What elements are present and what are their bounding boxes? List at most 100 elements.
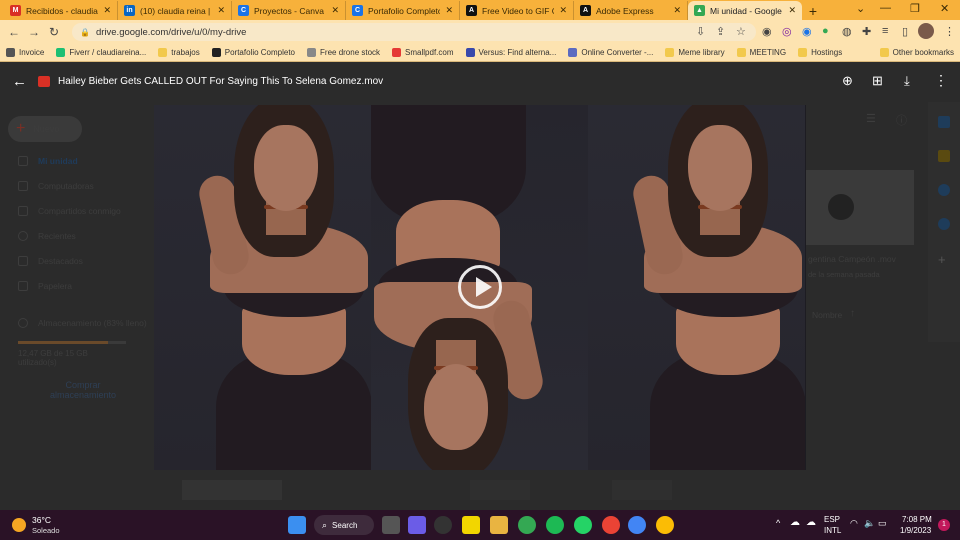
close-window-icon[interactable]: ✕	[940, 2, 949, 15]
sidebar-item-my-drive[interactable]: Mi unidad	[18, 156, 78, 166]
extension-icon[interactable]: ◍	[842, 25, 852, 38]
bookmark-star-icon[interactable]: ☆	[736, 25, 746, 38]
whatsapp-icon[interactable]	[574, 516, 592, 534]
keep-icon[interactable]	[938, 150, 950, 162]
file-explorer-icon[interactable]	[490, 516, 508, 534]
wifi-icon[interactable]: ◠	[850, 518, 858, 529]
browser-tab[interactable]: ▲ Mi unidad - Google D ✕	[688, 1, 802, 20]
bookmark-item[interactable]: Versus: Find alterna...	[460, 48, 563, 57]
tab-search-icon[interactable]: ⌄	[856, 2, 865, 15]
sun-icon[interactable]	[12, 518, 26, 532]
chrome-icon[interactable]	[656, 516, 674, 534]
weather-temp[interactable]: 36°C	[32, 515, 51, 525]
side-panel-icon[interactable]: ▯	[902, 25, 908, 38]
more-options-icon[interactable]: ⋮	[934, 72, 948, 89]
address-bar[interactable]: 🔒 drive.google.com/drive/u/0/my-drive	[72, 23, 756, 41]
taskbar-search[interactable]: ⌕ Search	[314, 515, 374, 535]
info-icon[interactable]: ⓘ	[896, 112, 907, 128]
sidebar-item-recent[interactable]: Recientes	[18, 231, 76, 241]
close-tab-icon[interactable]: ✕	[445, 5, 453, 16]
bookmark-item[interactable]: Other bookmarks	[874, 48, 960, 57]
clock-date[interactable]: 1/9/2023	[900, 526, 931, 535]
bookmark-item[interactable]: Invoice	[0, 48, 50, 57]
bookmark-item[interactable]: Hostings	[792, 48, 848, 57]
sidebar-item-shared[interactable]: Compartidos conmigo	[18, 206, 121, 216]
comment-icon[interactable]: ⊞	[872, 73, 883, 89]
bookmark-item[interactable]: Online Converter -...	[562, 48, 659, 57]
browser-tab[interactable]: A Free Video to GIF Co ✕	[460, 1, 574, 20]
add-to-drive-icon[interactable]: ⊕	[842, 73, 853, 89]
install-icon[interactable]: ⇩	[696, 25, 705, 38]
back-icon[interactable]: ←	[4, 25, 24, 39]
buy-storage-button[interactable]: Comprar almacenamiento	[40, 380, 126, 400]
list-view-icon[interactable]: ☰	[866, 112, 876, 125]
back-arrow-icon[interactable]: ←	[12, 73, 27, 90]
weather-desc[interactable]: Soleado	[32, 526, 60, 535]
close-tab-icon[interactable]: ✕	[103, 5, 111, 16]
close-tab-icon[interactable]: ✕	[673, 5, 681, 16]
contacts-icon[interactable]	[938, 218, 950, 230]
chrome-icon[interactable]	[602, 516, 620, 534]
reload-icon[interactable]: ↻	[44, 25, 64, 39]
close-tab-icon[interactable]: ✕	[331, 5, 339, 16]
close-tab-icon[interactable]: ✕	[217, 5, 225, 16]
minimize-icon[interactable]: —	[880, 2, 891, 14]
sidebar-item-computers[interactable]: Computadoras	[18, 181, 94, 191]
volume-icon[interactable]: 🔈	[864, 518, 875, 529]
calendar-icon[interactable]	[938, 116, 950, 128]
sticky-notes-icon[interactable]	[462, 516, 480, 534]
forward-icon[interactable]: →	[24, 25, 44, 39]
extension-icon[interactable]: ◎	[782, 25, 792, 38]
arrow-up-icon[interactable]: ↑	[850, 308, 855, 319]
chrome-icon[interactable]	[628, 516, 646, 534]
bookmark-item[interactable]: Portafolio Completo	[206, 48, 301, 57]
sidebar-item-starred[interactable]: Destacados	[18, 256, 83, 266]
clock-time[interactable]: 7:08 PM	[902, 515, 932, 524]
play-icon[interactable]	[458, 265, 502, 309]
browser-tab[interactable]: C Proyectos - Canva ✕	[232, 1, 346, 20]
add-addon-icon[interactable]: +	[938, 252, 946, 267]
browser-tab[interactable]: C Portafolio Completo ✕	[346, 1, 460, 20]
battery-icon[interactable]: ▭	[878, 518, 887, 529]
new-button[interactable]: + Nuevo	[8, 116, 82, 142]
slack-icon[interactable]	[434, 516, 452, 534]
browser-tab[interactable]: in (10) claudia reina | Lin ✕	[118, 1, 232, 20]
close-tab-icon[interactable]: ✕	[788, 5, 796, 16]
more-menu-icon[interactable]: ⋮	[944, 25, 955, 38]
file-card[interactable]	[612, 480, 672, 500]
browser-tab[interactable]: A Adobe Express ✕	[574, 1, 688, 20]
file-name[interactable]: gentina Campeón .mov	[808, 254, 896, 264]
storage-section[interactable]: Almacenamiento (83% lleno)	[18, 318, 147, 328]
bookmark-item[interactable]: Free drone stock	[301, 48, 386, 57]
profile-avatar[interactable]	[918, 23, 934, 39]
extension-icon[interactable]: ●	[822, 25, 829, 37]
onedrive-icon[interactable]: ☁	[806, 517, 816, 528]
media-icon[interactable]: ≡	[882, 25, 888, 37]
notification-badge[interactable]: 1	[938, 519, 950, 531]
task-view-icon[interactable]	[382, 516, 400, 534]
file-thumbnail[interactable]	[806, 170, 914, 245]
bookmark-item[interactable]: Smallpdf.com	[386, 48, 459, 57]
spotify-icon[interactable]	[546, 516, 564, 534]
extension-icon[interactable]: ◉	[762, 25, 772, 38]
share-icon[interactable]: ⇪	[716, 25, 725, 38]
teams-icon[interactable]	[408, 516, 426, 534]
start-icon[interactable]	[288, 516, 306, 534]
sidebar-item-trash[interactable]: Papelera	[18, 281, 72, 291]
browser-tab[interactable]: M Recibidos - claudia.re ✕	[4, 1, 118, 20]
extension-icon[interactable]: ◉	[802, 25, 812, 38]
sort-by-name[interactable]: Nombre	[812, 310, 842, 320]
tasks-icon[interactable]	[938, 184, 950, 196]
chrome-icon[interactable]	[518, 516, 536, 534]
keyboard-layout[interactable]: INTL	[824, 526, 841, 535]
download-icon[interactable]: ⤓	[904, 73, 910, 89]
chevron-up-icon[interactable]: ^	[776, 518, 780, 528]
file-card[interactable]	[182, 480, 282, 500]
bookmark-item[interactable]: trabajos	[152, 48, 205, 57]
bookmark-item[interactable]: MEETING	[731, 48, 792, 57]
close-tab-icon[interactable]: ✕	[559, 5, 567, 16]
language-indicator[interactable]: ESP	[824, 515, 840, 524]
bookmark-item[interactable]: Meme library	[659, 48, 730, 57]
puzzle-icon[interactable]: ✚	[862, 25, 871, 38]
bookmark-item[interactable]: Fiverr / claudiareina...	[50, 48, 152, 57]
